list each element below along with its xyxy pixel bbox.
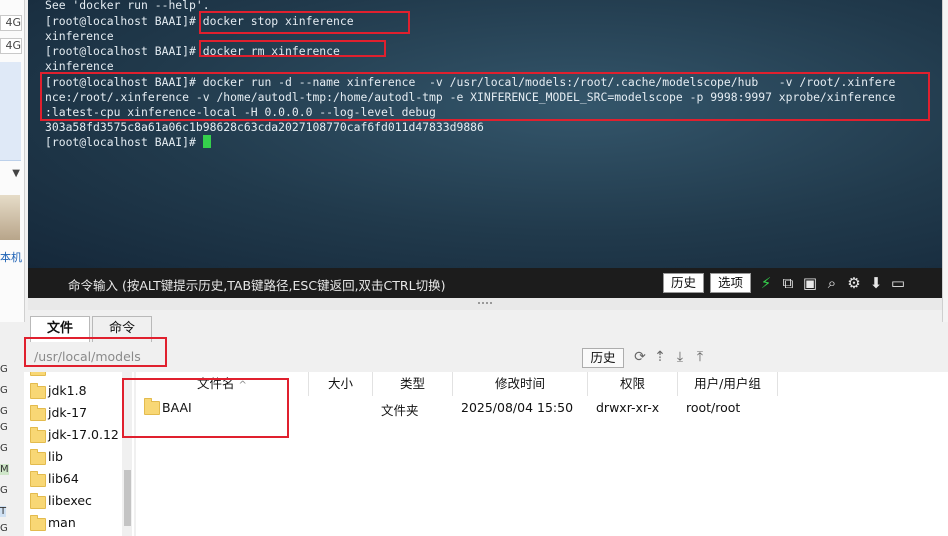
column-header-type[interactable]: 类型 xyxy=(373,372,453,396)
copy-icon[interactable]: ⧉ xyxy=(779,274,797,292)
disk-size-badge: 4G xyxy=(0,38,22,54)
highlight-box-path xyxy=(24,337,167,367)
left-side-panel: 4G 4G ▼ 本机 xyxy=(0,0,25,322)
local-machine-label[interactable]: 本机 xyxy=(0,249,22,265)
folder-icon xyxy=(30,493,46,509)
folder-icon xyxy=(30,515,46,531)
terminal-line: xinference xyxy=(45,29,114,43)
tree-scrollbar-thumb[interactable] xyxy=(124,470,131,526)
column-header-size[interactable]: 大小 xyxy=(309,372,373,396)
path-history-button[interactable]: 历史 xyxy=(582,348,624,368)
thumbnail-image xyxy=(0,195,20,240)
file-type-cell: 文件夹 xyxy=(381,403,419,418)
terminal-prompt-line: [root@localhost BAAI]# xyxy=(45,135,211,150)
splitter-grip-icon[interactable] xyxy=(478,302,492,307)
gear-icon[interactable]: ⚙ xyxy=(845,274,863,292)
search-icon[interactable]: ⌕ xyxy=(823,274,841,292)
command-input-bar[interactable]: 命令输入 (按ALT键提示历史,TAB键路径,ESC键返回,双击CTRL切换) … xyxy=(28,268,942,298)
right-edge-panel xyxy=(942,0,948,322)
highlight-box-docker-stop xyxy=(199,11,410,34)
directory-tree[interactable]: include jdk1.8 jdk-17 jdk-17.0.12 lib li… xyxy=(24,372,134,536)
command-input-hint[interactable]: 命令输入 (按ALT键提示历史,TAB键路径,ESC键返回,双击CTRL切换) xyxy=(68,275,445,294)
folder-icon xyxy=(30,427,46,443)
highlight-box-docker-run xyxy=(40,72,930,121)
folder-icon xyxy=(30,471,46,487)
download-icon[interactable]: ⤓ xyxy=(672,349,688,365)
folder-icon xyxy=(30,383,46,399)
highlight-box-baai-folder xyxy=(122,378,289,438)
file-modified-cell: 2025/08/04 15:50 xyxy=(461,400,574,415)
lightning-icon[interactable]: ⚡ xyxy=(757,274,775,292)
path-bar: /usr/local/models 历史 ⟳ ⇡ ⤓ ⤒ xyxy=(24,337,948,372)
terminal-line: See 'docker run --help'. xyxy=(45,0,210,12)
options-button[interactable]: 选项 xyxy=(710,273,751,293)
file-owner-cell: root/root xyxy=(686,400,741,415)
column-header-owner[interactable]: 用户/用户组 xyxy=(678,372,778,396)
refresh-icon[interactable]: ⟳ xyxy=(632,349,648,365)
terminal-cursor xyxy=(202,135,211,148)
folder-icon xyxy=(30,449,46,465)
dropdown-arrow-icon[interactable]: ▼ xyxy=(0,168,20,179)
maximize-icon[interactable]: ▭ xyxy=(889,274,907,292)
disk-size-badge: 4G xyxy=(0,15,22,31)
arrow-down-icon[interactable]: ⬇ xyxy=(867,274,885,292)
terminal-output[interactable]: See 'docker run --help'. [root@localhost… xyxy=(28,0,942,268)
column-header-permissions[interactable]: 权限 xyxy=(588,372,678,396)
highlight-box-docker-rm xyxy=(199,40,386,57)
folder-icon xyxy=(30,372,46,376)
terminal-line: 303a58fd3575c8a61a06c1b98628c63cda202710… xyxy=(45,120,484,134)
paste-icon[interactable]: ▣ xyxy=(801,274,819,292)
terminal-prompt: [root@localhost BAAI]# xyxy=(45,135,203,149)
selected-panel-area xyxy=(0,62,21,161)
file-list[interactable]: 文件名 ^ 大小 类型 修改时间 权限 用户/用户组 BAAI 文件夹 2025… xyxy=(122,372,948,536)
file-permissions-cell: drwxr-xr-x xyxy=(596,400,660,415)
splitter[interactable] xyxy=(28,298,942,310)
history-button[interactable]: 历史 xyxy=(663,273,704,293)
folder-icon xyxy=(30,405,46,421)
column-header-modified[interactable]: 修改时间 xyxy=(453,372,588,396)
up-directory-icon[interactable]: ⇡ xyxy=(652,349,668,365)
upload-icon[interactable]: ⤒ xyxy=(692,349,708,365)
